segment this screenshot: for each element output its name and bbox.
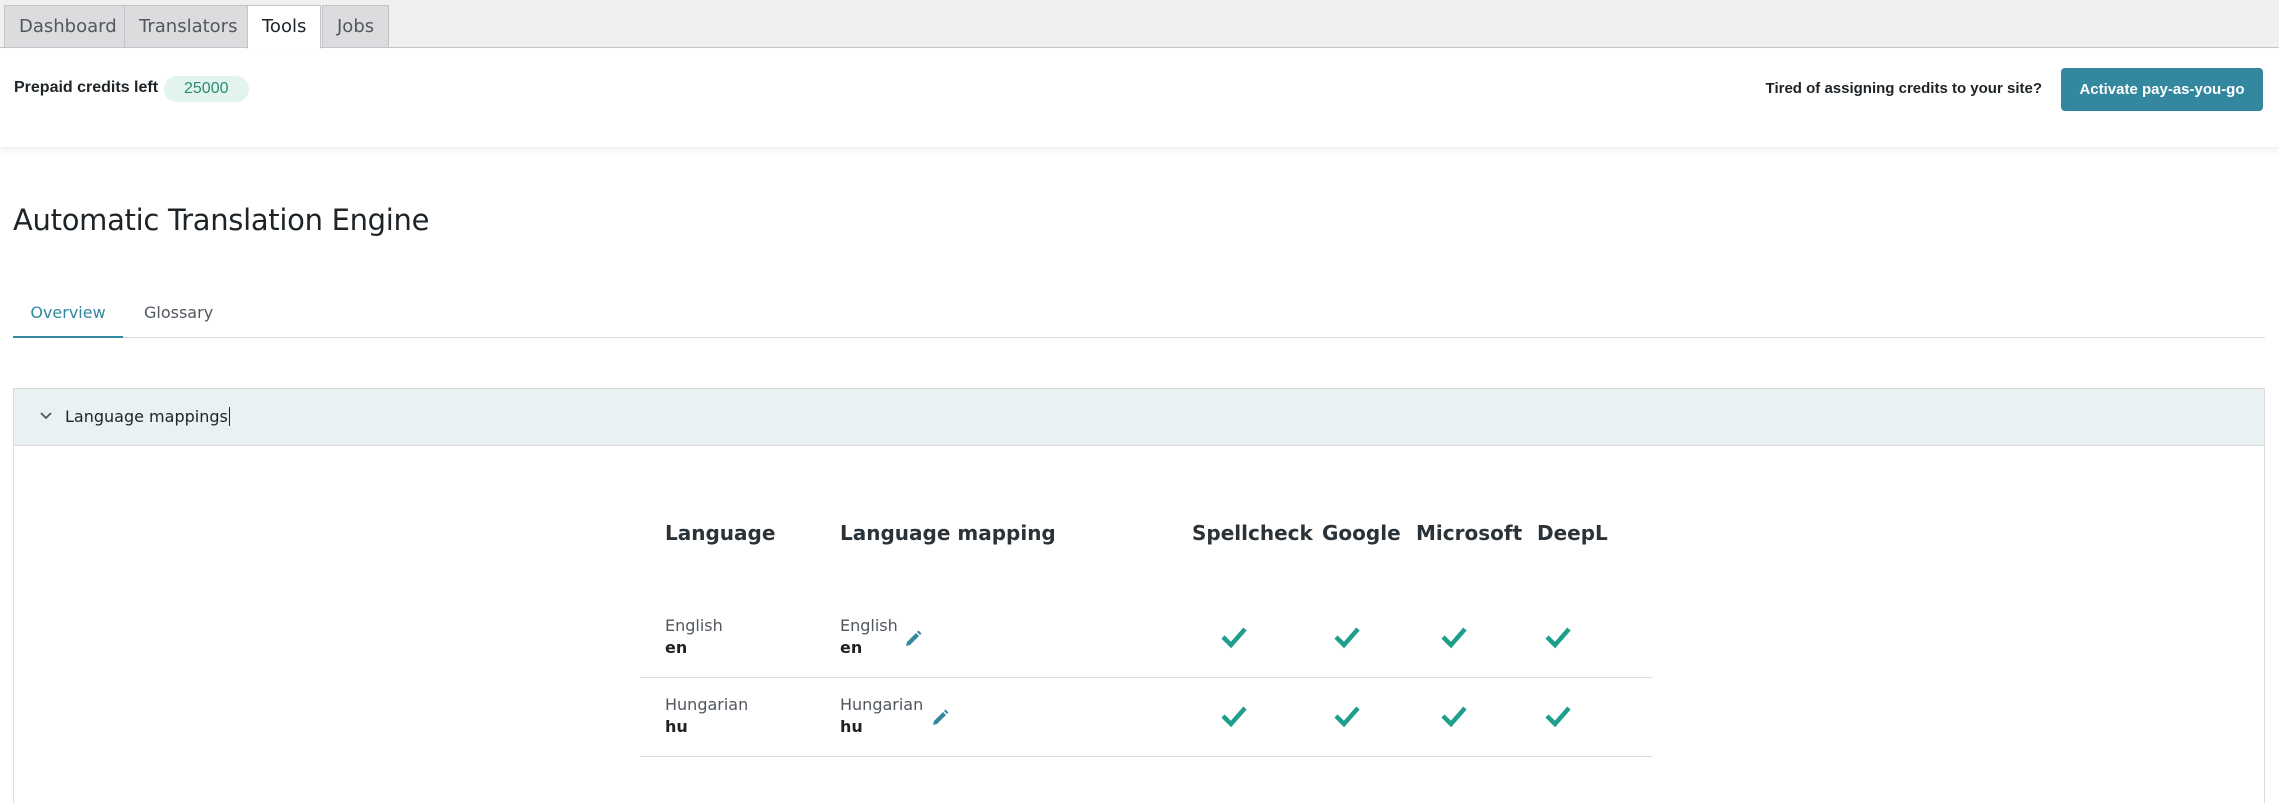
header-microsoft: Microsoft xyxy=(1416,521,1523,545)
table-row: English en English en xyxy=(640,599,1652,678)
header-spellcheck: Spellcheck xyxy=(1192,521,1313,545)
google-check-icon xyxy=(1334,627,1360,649)
spellcheck-check-icon xyxy=(1221,627,1247,649)
microsoft-check-icon xyxy=(1441,706,1467,728)
deepl-check-icon xyxy=(1545,627,1571,649)
mapping-code: en xyxy=(840,638,863,657)
header-deepl: DeepL xyxy=(1537,521,1608,545)
table-row: Hungarian hu Hungarian hu xyxy=(640,678,1652,757)
chevron-down-icon xyxy=(40,412,52,420)
tab-translators[interactable]: Translators xyxy=(124,5,253,48)
header-language-mapping: Language mapping xyxy=(840,521,1056,545)
payg-question: Tired of assigning credits to your site? xyxy=(1765,80,2042,97)
top-tab-bar: Dashboard Translators Tools Jobs xyxy=(0,0,2279,49)
language-mappings-panel-header[interactable]: Language mappings xyxy=(14,389,2264,446)
credits-value-badge: 25000 xyxy=(164,76,249,102)
language-name: Hungarian xyxy=(665,695,749,714)
mapping-code: hu xyxy=(840,717,863,736)
tab-glossary[interactable]: Glossary xyxy=(144,294,213,338)
panel-title: Language mappings xyxy=(65,407,230,426)
header-language: Language xyxy=(665,521,776,545)
deepl-check-icon xyxy=(1545,706,1571,728)
tab-dashboard[interactable]: Dashboard xyxy=(4,5,132,48)
header-google: Google xyxy=(1322,521,1401,545)
tab-jobs[interactable]: Jobs xyxy=(322,5,390,48)
page-title: Automatic Translation Engine xyxy=(13,203,430,237)
spellcheck-check-icon xyxy=(1221,706,1247,728)
tab-tools[interactable]: Tools xyxy=(247,5,322,49)
language-name: English xyxy=(665,616,723,635)
pencil-icon[interactable] xyxy=(931,709,949,727)
tab-overview[interactable]: Overview xyxy=(13,294,123,338)
language-code: en xyxy=(665,638,688,657)
microsoft-check-icon xyxy=(1441,627,1467,649)
activate-payg-button[interactable]: Activate pay-as-you-go xyxy=(2061,68,2263,111)
language-code: hu xyxy=(665,717,688,736)
mapping-name: Hungarian xyxy=(840,695,924,714)
credits-bar: Prepaid credits left 25000 Tired of assi… xyxy=(0,49,2279,147)
mapping-name: English xyxy=(840,616,898,635)
language-mappings-panel: Language mappings Language Language mapp… xyxy=(13,388,2265,803)
sub-tab-bar: Overview Glossary xyxy=(13,294,2265,338)
pencil-icon[interactable] xyxy=(904,630,922,648)
text-caret xyxy=(228,407,230,426)
credits-label: Prepaid credits left xyxy=(14,79,159,96)
google-check-icon xyxy=(1334,706,1360,728)
